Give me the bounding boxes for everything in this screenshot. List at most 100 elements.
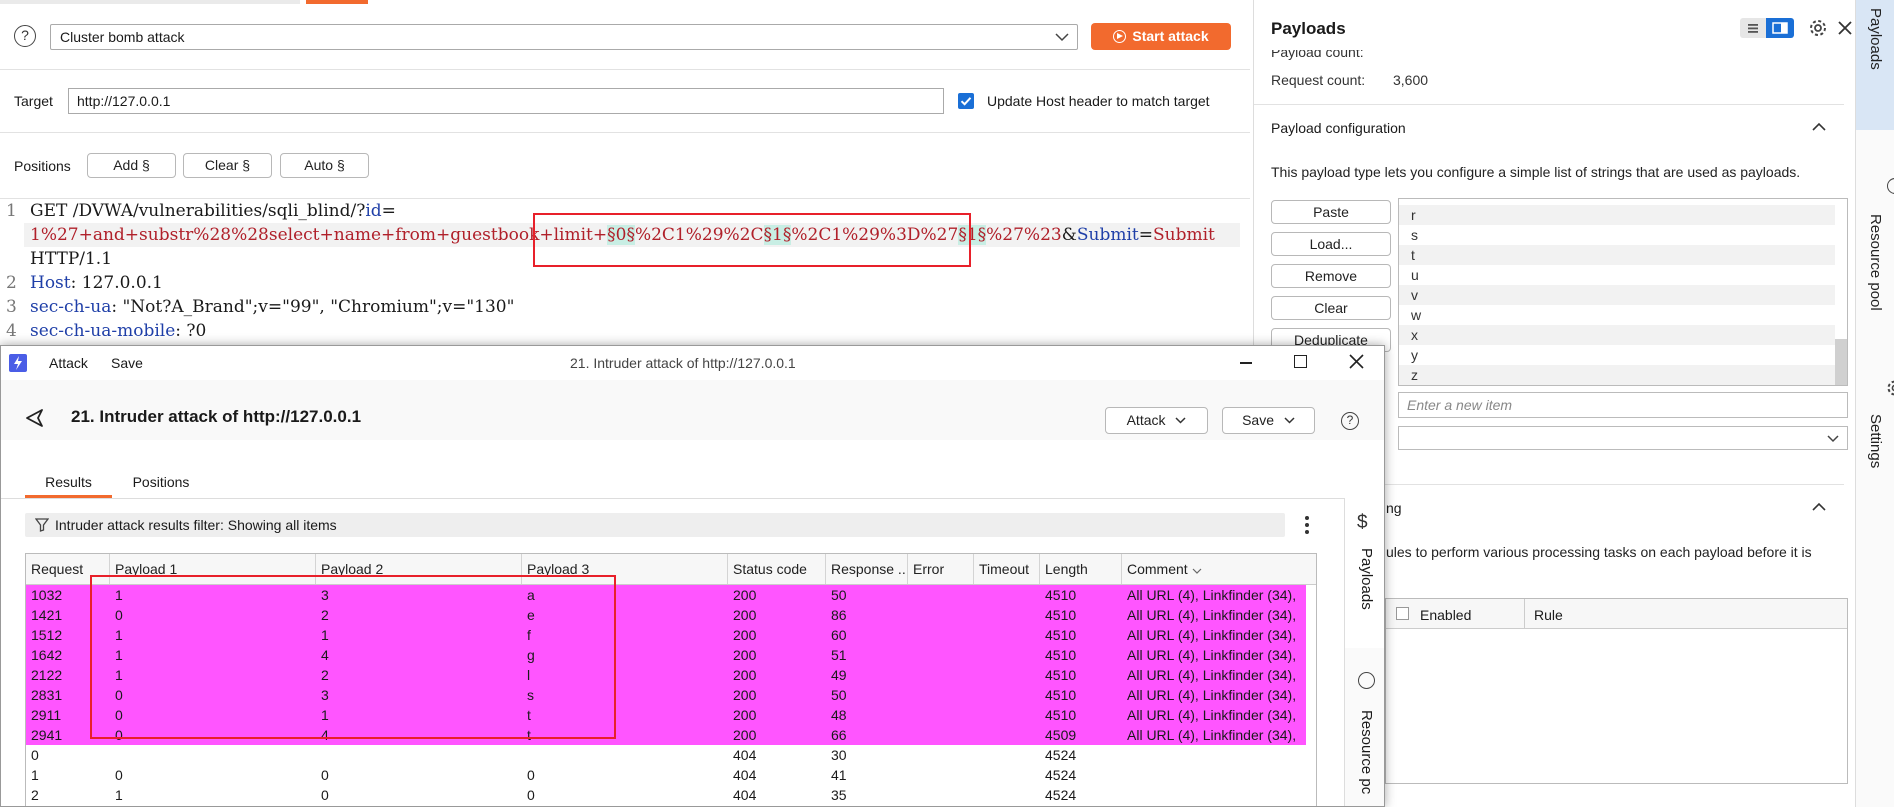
close-icon[interactable] <box>1349 354 1364 369</box>
paste-button[interactable]: Paste <box>1271 200 1391 224</box>
back-arrow-icon[interactable] <box>24 407 46 429</box>
divider <box>1 498 1346 499</box>
scrollbar-thumb[interactable] <box>1835 339 1847 385</box>
list-view-icon[interactable] <box>1740 18 1766 38</box>
cell-status: 404 <box>733 787 757 803</box>
col-response[interactable]: Response ... <box>826 554 908 584</box>
more-options-icon[interactable] <box>1305 516 1309 534</box>
cell-status: 200 <box>733 727 757 743</box>
section-description-partial: ules to perform various processing tasks… <box>1386 544 1812 560</box>
list-item[interactable]: t <box>1411 247 1415 263</box>
side-tab-payloads-label: Payloads <box>1867 8 1884 70</box>
help-icon[interactable]: ? <box>14 25 36 47</box>
chevron-up-icon[interactable] <box>1812 122 1826 131</box>
table-row[interactable]: 2 1 0 0 404 35 4524 <box>26 785 1306 805</box>
window-title: 21. Intruder attack of http://127.0.0.1 <box>570 355 796 371</box>
param-value: %27%23 <box>986 225 1062 245</box>
divider <box>0 132 1250 133</box>
column-divider <box>1524 599 1525 629</box>
side-tab-resource-pool[interactable]: Resource pool <box>1867 214 1884 311</box>
close-icon[interactable] <box>1837 20 1853 36</box>
tab-results-label: Results <box>45 474 92 490</box>
start-attack-button[interactable]: Start attack <box>1091 23 1231 50</box>
cell-resp: 51 <box>831 647 847 663</box>
chevron-up-icon[interactable] <box>1812 502 1826 511</box>
cell-len: 4524 <box>1045 787 1077 803</box>
list-item[interactable]: y <box>1411 347 1418 363</box>
col-timeout[interactable]: Timeout <box>974 554 1040 584</box>
cell-req: 2 <box>31 787 39 803</box>
payload-type-select[interactable] <box>1398 426 1848 450</box>
target-input[interactable]: http://127.0.0.1 <box>68 88 944 114</box>
cell-len: 4510 <box>1045 627 1077 643</box>
attack-dropdown-label: Attack <box>1126 412 1166 428</box>
new-item-placeholder: Enter a new item <box>1407 397 1513 413</box>
attack-type-select[interactable]: Cluster bomb attack <box>50 24 1078 50</box>
update-host-checkbox[interactable] <box>958 93 974 109</box>
cell-len: 4510 <box>1045 587 1077 603</box>
help-icon[interactable]: ? <box>1341 412 1359 430</box>
cell-len: 4510 <box>1045 607 1077 623</box>
tab-results[interactable]: Results <box>25 474 112 498</box>
chevron-down-icon <box>1175 417 1186 424</box>
header-mobile: sec-ch-ua-mobile: ?0 <box>30 319 206 343</box>
clear-marker-button[interactable]: Clear § <box>183 153 272 178</box>
side-tab-settings[interactable]: Settings <box>1867 414 1884 468</box>
cell-comment: All URL (4), Linkfinder (34), <box>1127 607 1297 623</box>
section-description: This payload type lets you configure a s… <box>1271 164 1801 180</box>
cell-len: 4524 <box>1045 767 1077 783</box>
clear-button[interactable]: Clear <box>1271 296 1391 320</box>
panel-view-icon[interactable] <box>1766 18 1794 38</box>
processing-table: Enabled Rule <box>1385 598 1848 784</box>
col-error[interactable]: Error <box>908 554 974 584</box>
save-dropdown-button[interactable]: Save <box>1222 407 1315 434</box>
menu-attack[interactable]: Attack <box>49 355 88 371</box>
add-marker-button[interactable]: Add § <box>87 153 176 178</box>
attack-heading: 21. Intruder attack of http://127.0.0.1 <box>71 407 362 426</box>
menu-save[interactable]: Save <box>111 355 143 371</box>
list-item[interactable]: z <box>1411 367 1418 383</box>
side-tab-resource-pool[interactable]: Resource pc <box>1358 710 1375 794</box>
gear-icon <box>1887 380 1894 396</box>
list-item[interactable]: w <box>1411 307 1421 323</box>
list-item[interactable]: u <box>1411 267 1419 283</box>
header-value: : "Not?A_Brand";v="99", "Chromium";v="13… <box>111 297 515 317</box>
col-status[interactable]: Status code <box>728 554 826 584</box>
list-item[interactable]: x <box>1411 327 1418 343</box>
checkbox[interactable] <box>1396 607 1409 620</box>
table-row[interactable]: 1 0 0 0 404 41 4524 <box>26 765 1306 785</box>
section-title-partial: ng <box>1386 500 1402 516</box>
col-length[interactable]: Length <box>1040 554 1122 584</box>
gear-icon[interactable] <box>1807 17 1829 39</box>
maximize-button[interactable] <box>1294 355 1307 368</box>
minimize-button[interactable] <box>1240 362 1252 364</box>
table-row[interactable]: 0 404 30 4524 <box>26 745 1306 765</box>
tab-positions[interactable]: Positions <box>121 474 201 498</box>
attack-window: Attack Save 21. Intruder attack of http:… <box>0 345 1385 807</box>
list-item[interactable]: s <box>1411 227 1418 243</box>
start-attack-label: Start attack <box>1132 28 1209 44</box>
payload-count-label: Payload count: <box>1271 44 1364 60</box>
divider <box>1254 104 1844 105</box>
cell-req: 0 <box>31 747 39 763</box>
attack-type-value: Cluster bomb attack <box>60 29 185 45</box>
load-button[interactable]: Load... <box>1271 232 1391 256</box>
cell-comment: All URL (4), Linkfinder (34), <box>1127 727 1297 743</box>
list-row-alt <box>1399 285 1835 305</box>
header-value: : ?0 <box>175 321 207 341</box>
filter-bar[interactable]: Intruder attack results filter: Showing … <box>25 513 1285 537</box>
line-number: 4 <box>6 321 17 341</box>
play-icon <box>1113 30 1127 43</box>
list-row-alt <box>1399 245 1835 265</box>
list-item[interactable]: v <box>1411 287 1418 303</box>
cell-status: 404 <box>733 767 757 783</box>
payload-list[interactable]: r s t u v w x y z <box>1398 198 1848 386</box>
new-item-input[interactable]: Enter a new item <box>1398 392 1848 418</box>
col-comment[interactable]: Comment <box>1122 554 1316 584</box>
side-tab-payloads[interactable]: Payloads <box>1358 548 1375 610</box>
attack-dropdown-button[interactable]: Attack <box>1105 407 1208 434</box>
attack-side-tabbar: $ Payloads Resource pc <box>1344 498 1384 806</box>
remove-button[interactable]: Remove <box>1271 264 1391 288</box>
auto-marker-button[interactable]: Auto § <box>280 153 369 178</box>
list-item[interactable]: r <box>1411 207 1416 223</box>
